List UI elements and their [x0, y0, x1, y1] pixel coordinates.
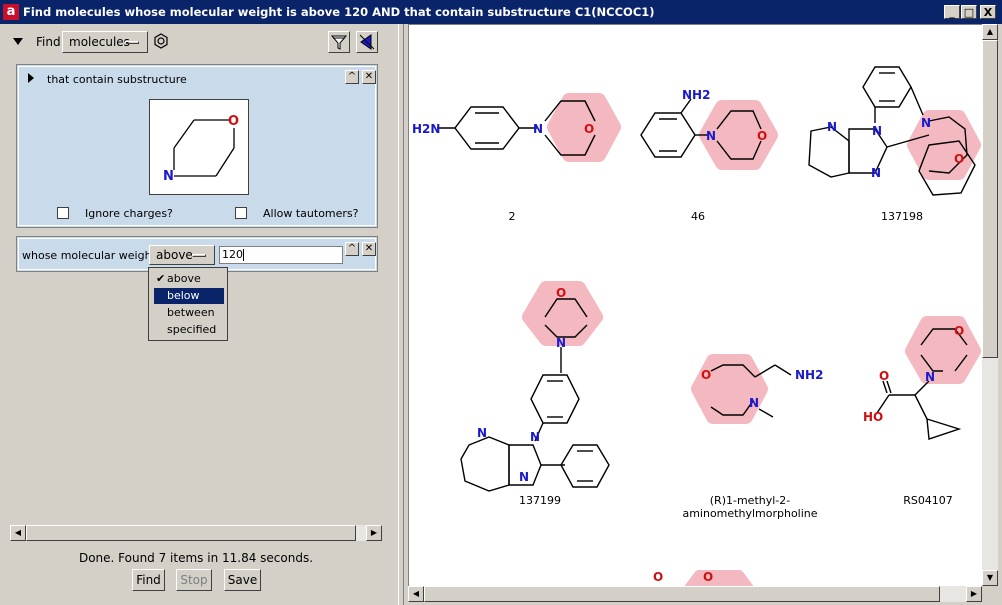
atom-n: N [749, 396, 759, 410]
atom-n: N [556, 336, 566, 350]
label-nh2: NH2 [795, 368, 823, 382]
atom-o: O [757, 129, 767, 143]
atom-n: N [519, 470, 529, 484]
menu-item-above[interactable]: ✔ above [154, 271, 224, 287]
substructure-panel: that contain substructure ^ ✕ O N Ignore… [16, 64, 378, 228]
results-vscrollbar[interactable]: ▲ ▼ [982, 24, 998, 586]
atom-n: N [533, 122, 543, 136]
result-caption: 2 [508, 210, 516, 223]
settings-gear-icon[interactable] [153, 33, 169, 49]
atom-n: N [530, 430, 540, 444]
panel-collapse-button[interactable]: ^ [345, 70, 359, 84]
atom-n: N [706, 129, 716, 143]
query-pane-hscrollbar[interactable]: ◀ ▶ [10, 525, 382, 541]
text-cursor [243, 249, 244, 261]
label-nh2: NH2 [682, 88, 710, 102]
scroll-thumb[interactable] [424, 586, 940, 602]
weight-operator-select[interactable]: above [149, 245, 215, 265]
save-button[interactable]: Save [224, 569, 261, 591]
atom-n: N [477, 426, 487, 440]
result-caption: 46 [691, 210, 705, 223]
maximize-button[interactable]: □ [961, 5, 977, 19]
funnel-icon [330, 35, 348, 50]
atom-o: O [954, 152, 964, 166]
atom-o: O [879, 369, 889, 383]
query-options-button[interactable] [356, 31, 378, 53]
atom-o: O [653, 570, 663, 584]
collapse-toggle-icon[interactable] [13, 38, 23, 45]
atom-o: O [703, 570, 713, 584]
close-button[interactable]: X [980, 5, 996, 19]
weight-operator-menu: ✔ above below between specified [148, 267, 228, 341]
expand-arrow-icon[interactable] [28, 73, 34, 83]
title-bar: a Find molecules whose molecular weight … [0, 0, 1002, 24]
menu-item-below[interactable]: below [154, 288, 224, 304]
result-caption: 137198 [881, 210, 923, 223]
ignore-charges-checkbox[interactable] [57, 207, 69, 219]
status-text: Done. Found 7 items in 11.84 seconds. [78, 551, 314, 565]
dropdown-bar-icon [192, 254, 206, 257]
menu-item-between[interactable]: between [154, 305, 224, 321]
substructure-sketch[interactable]: O N [149, 99, 249, 195]
scroll-left-button[interactable]: ◀ [408, 586, 424, 602]
scroll-thumb[interactable] [26, 525, 356, 541]
weight-panel-remove-button[interactable]: ✕ [362, 242, 376, 256]
find-label: Find [36, 35, 61, 49]
result-caption: (R)1-methyl-2-aminomethylmorpholine [682, 494, 818, 520]
atom-n: N [871, 166, 881, 180]
atom-n: N [921, 116, 931, 130]
filter-funnel-button[interactable] [328, 31, 350, 53]
app-icon: a [3, 4, 19, 20]
atom-n: N [925, 370, 935, 384]
atom-n: N [163, 169, 174, 184]
menu-item-specified[interactable]: specified [154, 322, 224, 338]
results-grid[interactable]: H2N N O NH2 N O N N N N O O N N N N NH2 … [408, 24, 982, 587]
scroll-up-button[interactable]: ▲ [982, 24, 998, 40]
query-pane: Find molecules that contain substructure… [0, 24, 388, 605]
scroll-down-button[interactable]: ▼ [982, 570, 998, 586]
scroll-right-button[interactable]: ▶ [366, 525, 382, 541]
highlight-morpholine [905, 316, 981, 384]
substructure-panel-title: that contain substructure [47, 73, 187, 86]
panel-remove-button[interactable]: ✕ [362, 70, 376, 84]
dropdown-bar-icon [125, 41, 139, 44]
label-ho: HO [863, 410, 883, 424]
find-type-select[interactable]: molecules [62, 31, 148, 53]
weight-panel-collapse-button[interactable]: ^ [345, 242, 359, 256]
find-type-value: molecules [69, 35, 130, 49]
atom-n: N [827, 120, 837, 134]
result-caption: RS04107 [903, 494, 953, 507]
scroll-thumb[interactable] [982, 40, 998, 358]
result-caption: 137199 [519, 494, 561, 507]
checkmark-icon: ✔ [156, 272, 166, 285]
atom-o: O [556, 286, 566, 300]
weight-operator-value: above [156, 248, 193, 262]
ignore-charges-label: Ignore charges? [85, 207, 173, 220]
weight-value-input[interactable]: 120 [219, 246, 343, 264]
scroll-left-button[interactable]: ◀ [10, 525, 26, 541]
atom-o: O [228, 114, 239, 129]
atom-o: O [701, 368, 711, 382]
target-wizard-icon [359, 34, 375, 50]
atom-o: O [954, 324, 964, 338]
allow-tautomers-checkbox[interactable] [235, 207, 247, 219]
atom-o: O [584, 122, 594, 136]
molecular-weight-label: whose molecular weight is [22, 249, 169, 262]
atom-n: N [872, 124, 882, 138]
allow-tautomers-label: Allow tautomers? [263, 207, 359, 220]
label-h2n: H2N [412, 122, 440, 136]
minimize-button[interactable]: _ [944, 5, 960, 19]
scroll-right-button[interactable]: ▶ [966, 586, 982, 602]
results-hscrollbar[interactable]: ◀ ▶ [408, 586, 982, 602]
pane-splitter[interactable] [398, 24, 404, 605]
stop-button[interactable]: Stop [176, 569, 212, 591]
window-title: Find molecules whose molecular weight is… [23, 5, 655, 19]
find-button[interactable]: Find [132, 569, 165, 591]
